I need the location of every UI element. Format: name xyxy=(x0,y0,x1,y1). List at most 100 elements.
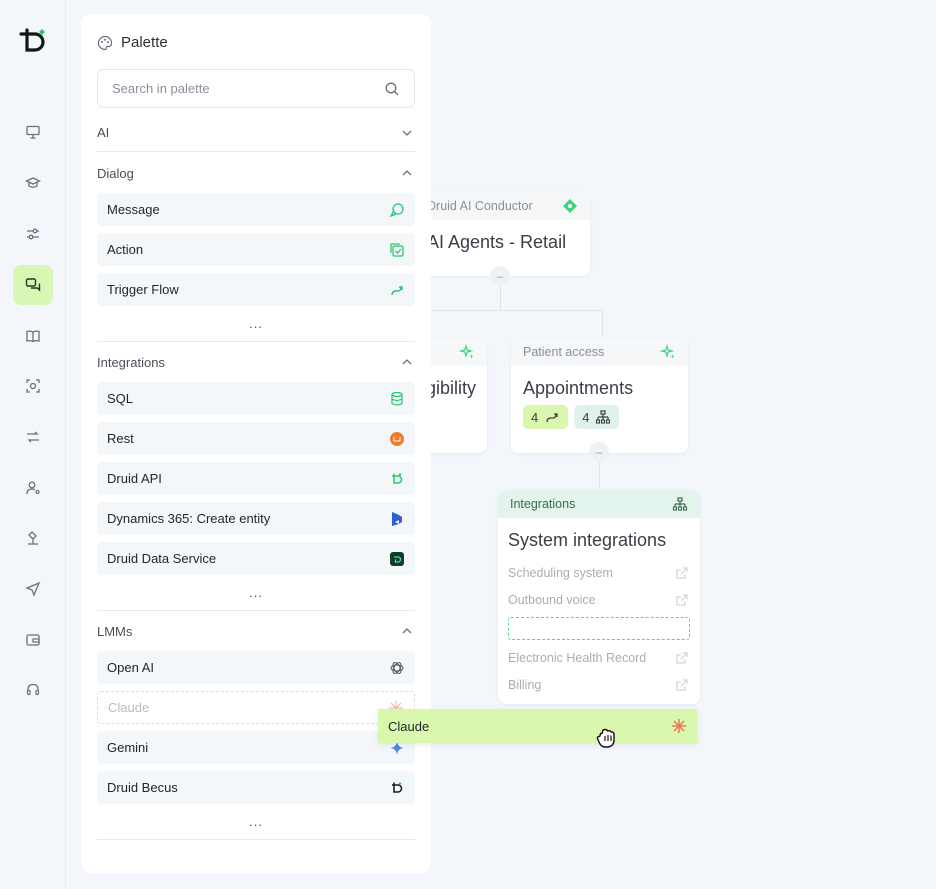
rest-api-icon xyxy=(390,431,404,446)
hierarchy-icon xyxy=(672,497,688,511)
item-label: SQL xyxy=(107,391,134,406)
section-label: AI xyxy=(97,125,110,140)
chevron-up-icon[interactable] xyxy=(399,354,415,370)
conductor-diamond-icon xyxy=(563,199,577,213)
palette-item-message[interactable]: Message xyxy=(97,193,415,226)
item-label: Open AI xyxy=(107,660,154,675)
palette-item-druid-api[interactable]: Druid API xyxy=(97,462,415,495)
palette-panel: Palette AI Dialog Message Action Trigger… xyxy=(81,14,431,873)
rail-settings-sliders-icon[interactable] xyxy=(13,214,53,254)
palette-search[interactable] xyxy=(97,69,415,108)
section-ai: AI xyxy=(97,114,415,152)
conductor-title: AI Agents - Retail xyxy=(427,232,567,252)
rail-send-icon[interactable] xyxy=(13,569,53,609)
chevron-down-icon[interactable] xyxy=(399,125,415,141)
flows-count: 4 xyxy=(531,409,539,425)
section-lmms: LMMs Open AI Claude Gemini Druid Becus .… xyxy=(97,612,415,840)
trees-count: 4 xyxy=(582,409,590,425)
palette-item-gemini[interactable]: Gemini xyxy=(97,731,415,764)
palette-item-trigger-flow[interactable]: Trigger Flow xyxy=(97,273,415,306)
integrations-title: System integrations xyxy=(508,530,667,550)
patient-access-label: Patient access xyxy=(523,345,605,359)
palette-item-sql[interactable]: SQL xyxy=(97,382,415,415)
palette-header: Palette xyxy=(97,34,168,51)
section-integrations: Integrations SQL Rest Druid API Dynamics… xyxy=(97,343,415,611)
rail-lamp-icon[interactable] xyxy=(13,518,53,558)
item-label: Rest xyxy=(107,431,134,446)
section-integrations-header[interactable]: Integrations xyxy=(97,343,415,381)
rail-user-icon[interactable] xyxy=(13,468,53,508)
grab-cursor-icon xyxy=(596,728,615,748)
connector xyxy=(599,462,600,488)
rail-support-headset-icon[interactable] xyxy=(13,670,53,710)
rail-scan-icon[interactable] xyxy=(13,366,53,406)
chevron-up-icon[interactable] xyxy=(399,623,415,639)
sparkle-icon xyxy=(660,344,675,359)
dragging-claude-label: Claude xyxy=(388,718,430,734)
item-label: Dynamics 365: Create entity xyxy=(107,511,271,526)
search-icon[interactable] xyxy=(384,81,400,97)
flows-count-badge[interactable]: 4 xyxy=(523,405,569,429)
palette-item-dynamics-365[interactable]: Dynamics 365: Create entity xyxy=(97,502,415,535)
item-label: Action xyxy=(107,242,144,257)
flow-arrow-icon xyxy=(546,413,558,423)
druid-becus-icon xyxy=(392,781,403,793)
rail-presentation-icon[interactable] xyxy=(13,112,53,152)
palette-item-claude-placeholder: Claude xyxy=(97,691,415,724)
section-lmms-header[interactable]: LMMs xyxy=(97,612,415,650)
palette-item-rest[interactable]: Rest xyxy=(97,422,415,455)
palette-item-open-ai[interactable]: Open AI xyxy=(97,651,415,684)
connector xyxy=(602,310,603,336)
item-label: Claude xyxy=(108,700,150,715)
external-link-icon[interactable] xyxy=(674,565,690,581)
rail-wallet-icon[interactable] xyxy=(13,620,53,660)
integration-row[interactable]: Billing xyxy=(498,671,700,698)
rail-book-icon[interactable] xyxy=(13,316,53,356)
patient-access-node[interactable]: Patient access Appointments 4 4 xyxy=(511,338,688,453)
integration-row-label: Scheduling system xyxy=(508,565,613,580)
integration-row-label: Billing xyxy=(508,677,542,692)
integration-row[interactable]: Scheduling system xyxy=(498,559,700,586)
druid-logo[interactable] xyxy=(17,24,49,56)
integrations-more-button[interactable]: ... xyxy=(97,575,415,611)
rail-dialogs-icon[interactable] xyxy=(13,265,53,305)
integration-row[interactable]: Outbound voice xyxy=(498,586,700,613)
palette-item-action[interactable]: Action xyxy=(97,233,415,266)
lmms-more-button[interactable]: ... xyxy=(97,804,415,840)
dialog-more-button[interactable]: ... xyxy=(97,306,415,342)
palette-search-input[interactable] xyxy=(112,81,384,96)
claude-icon xyxy=(672,719,686,733)
section-dialog: Dialog Message Action Trigger Flow ... xyxy=(97,154,415,342)
item-label: Druid Becus xyxy=(107,780,178,795)
integration-row[interactable]: Electronic Health Record xyxy=(498,644,700,671)
hierarchy-icon xyxy=(596,410,611,424)
connector xyxy=(430,310,603,311)
chevron-up-icon[interactable] xyxy=(399,165,415,181)
conductor-collapse-button[interactable]: – xyxy=(490,266,510,286)
external-link-icon[interactable] xyxy=(674,650,690,666)
trees-count-badge[interactable]: 4 xyxy=(574,405,620,429)
item-label: Message xyxy=(107,202,160,217)
drop-zone[interactable] xyxy=(508,617,690,640)
section-ai-header[interactable]: AI xyxy=(97,114,415,152)
section-dialog-header[interactable]: Dialog xyxy=(97,154,415,192)
integrations-node[interactable]: Integrations System integrations Schedul… xyxy=(498,490,700,704)
conductor-label: Druid AI Conductor xyxy=(427,199,533,213)
integration-row-label: Outbound voice xyxy=(508,592,596,607)
dynamics-365-icon xyxy=(392,511,402,526)
integration-row-label: Electronic Health Record xyxy=(508,650,647,665)
item-label: Druid Data Service xyxy=(107,551,217,566)
palette-item-druid-becus[interactable]: Druid Becus xyxy=(97,771,415,804)
palette-title: Palette xyxy=(121,34,168,51)
conductor-node[interactable]: Druid AI Conductor AI Agents - Retail xyxy=(415,192,590,276)
palette-item-druid-data-service[interactable]: Druid Data Service xyxy=(97,542,415,575)
dragging-claude-item[interactable]: Claude xyxy=(378,709,697,743)
external-link-icon[interactable] xyxy=(674,592,690,608)
patient-collapse-button[interactable]: – xyxy=(589,442,609,462)
rail-transfer-icon[interactable] xyxy=(13,417,53,457)
external-link-icon[interactable] xyxy=(674,677,690,693)
item-label: Gemini xyxy=(107,740,149,755)
integrations-label: Integrations xyxy=(510,497,576,511)
rail-learning-icon[interactable] xyxy=(13,163,53,203)
section-label: Integrations xyxy=(97,354,165,370)
